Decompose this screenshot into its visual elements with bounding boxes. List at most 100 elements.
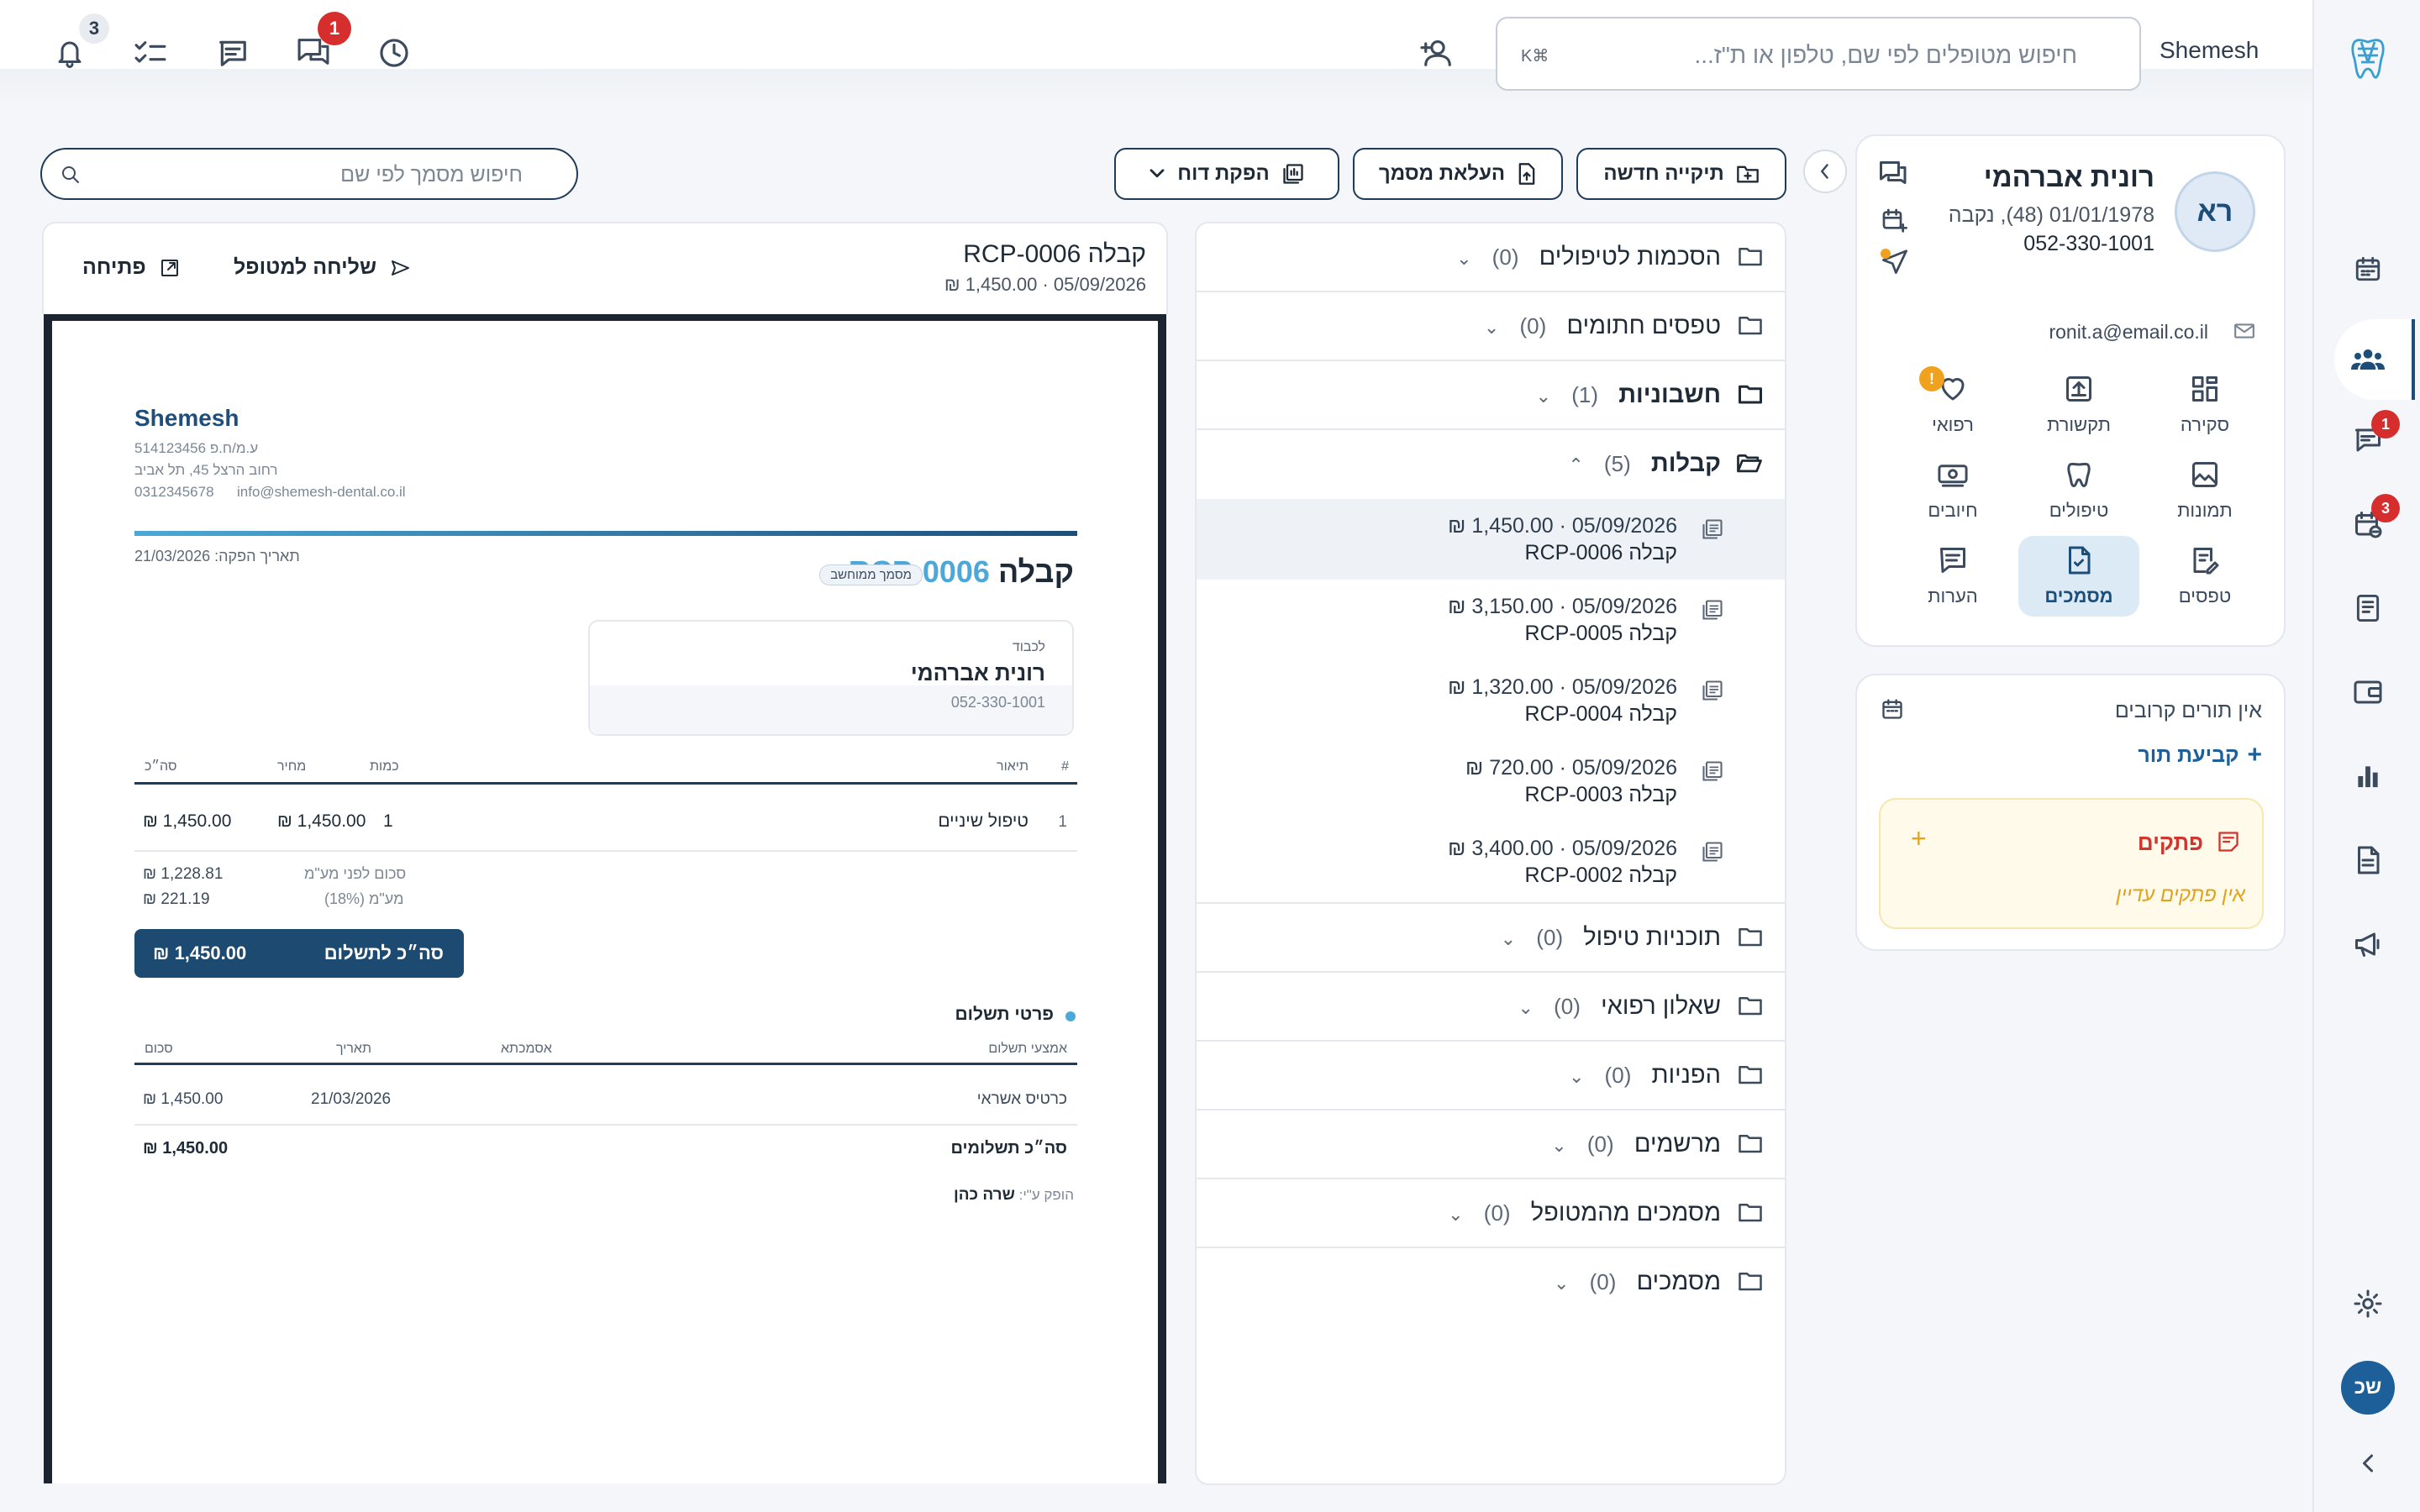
folder-open-icon [1737,454,1762,473]
folder-documents[interactable]: מסמכים (0) ⌄ [1197,1248,1785,1317]
table-row: כרטיס אשראי 21/03/2026 1,450.00 ₪ [134,1072,1077,1126]
upload-document-label: העלאת מסמך [1378,162,1506,185]
new-folder-button[interactable]: תיקייה חדשה [1576,148,1786,200]
folder-invoices[interactable]: חשבוניות (1) ⌄ [1197,361,1785,430]
document-search-input[interactable]: חיפוש מסמך לפי שם [40,148,578,200]
book-appointment-label: קביעת תור [2138,743,2239,767]
table-row: 1 טיפול שיניים 1 1,450.00 ₪ 1,450.00 ₪ [134,791,1077,852]
settings-gear-icon[interactable] [2341,1277,2395,1331]
book-appointment-link[interactable]: + קביעת תור [2138,741,2262,769]
tab-notes[interactable]: הערות [1892,536,2013,617]
folder-patient-documents[interactable]: מסמכים מהמטופל (0) ⌄ [1197,1179,1785,1248]
tab-forms[interactable]: טפסים [2144,536,2265,617]
receipt-item[interactable]: ₪ 3,400.00 · 05/09/2026 קבלה RCP-0002 [1197,822,1785,904]
tab-billing[interactable]: חיובים [1892,450,2013,531]
folder-signed-forms[interactable]: טפסים חתומים (0) ⌄ [1197,292,1785,361]
folder-label: הפניות (0) ⌄ [1568,1062,1721,1089]
receipt-meta: ₪ 1,450.00 · 05/09/2026 [1448,514,1677,538]
folder-icon [1739,1135,1762,1153]
receipt-item-selected[interactable]: ₪ 1,450.00 · 05/09/2026 קבלה RCP-0006 [1197,499,1785,580]
chat-icon[interactable] [213,34,252,72]
preview-header: קבלה RCP-0006 ₪ 1,450.00 · 05/09/2026 של… [42,222,1168,314]
add-patient-icon[interactable] [1418,34,1457,72]
upload-document-button[interactable]: העלאת מסמך [1353,148,1563,200]
plus-icon: + [2247,741,2262,769]
vat-value: 221.19 ₪ [143,890,210,908]
schedule-appointment-icon[interactable] [1881,207,1907,234]
patient-name: רונית אברהמי [1983,161,2154,192]
messages-count-badge: 1 [318,12,351,45]
receipt-meta: ₪ 3,400.00 · 05/09/2026 [1448,837,1677,860]
receipt-name: קבלה RCP-0002 [1524,864,1677,887]
email-icon [2233,323,2255,339]
patients-icon[interactable] [2341,333,2395,386]
clipboard-list-icon[interactable] [2341,581,2395,635]
tab-communication[interactable]: תקשורת [2018,365,2139,445]
folder-consents[interactable]: הסכמות לטיפולים (0) ⌄ [1197,223,1785,292]
pdf-file-icon [1702,761,1723,781]
user-avatar[interactable]: שכ [2341,1361,2395,1415]
megaphone-icon[interactable] [2341,917,2395,971]
collapse-chevron-icon[interactable] [2341,1436,2395,1490]
document-search-placeholder: חיפוש מסמך לפי שם [340,163,523,186]
folder-icon [1739,1204,1762,1222]
folder-receipts[interactable]: קבלות (5) ⌃ [1197,430,1785,499]
receipt-item[interactable]: ₪ 3,150.00 · 05/09/2026 קבלה RCP-0005 [1197,580,1785,660]
external-open-icon [160,259,178,276]
message-patient-icon[interactable] [1877,160,1907,188]
patient-search-input[interactable]: חיפוש מטופלים לפי שם, טלפון או ת"ז... K⌘ [1496,17,2141,91]
generate-report-button[interactable]: הפקת דוח [1114,148,1339,200]
tab-documents-label: מסמכים [2044,585,2113,606]
folder-label: שאלון רפואי (0) ⌄ [1518,993,1721,1020]
patient-details: 01/01/1978 (48), נקבה [1948,203,2154,227]
receipt-item[interactable]: ₪ 720.00 · 05/09/2026 קבלה RCP-0003 [1197,741,1785,822]
tooth-logo-icon[interactable] [2341,32,2395,86]
receipt-name: קבלה RCP-0004 [1524,702,1677,726]
patient-email: ronit.a@email.co.il [2049,321,2208,343]
rail-messages-badge: 1 [2371,410,2400,438]
search-icon [62,166,79,183]
folder-prescriptions[interactable]: מרשמים (0) ⌄ [1197,1110,1785,1179]
folder-medical-questionnaire[interactable]: שאלון רפואי (0) ⌄ [1197,973,1785,1042]
receipt-meta: ₪ 1,320.00 · 05/09/2026 [1448,675,1677,699]
folder-referrals[interactable]: הפניות (0) ⌄ [1197,1042,1785,1110]
clock-history-icon[interactable] [375,34,413,72]
send-to-patient-label: שליחה למטופל [234,255,377,279]
add-note-button[interactable]: + [1911,823,1927,854]
folder-label: תוכניות טיפול (0) ⌄ [1500,924,1721,951]
bar-chart-icon[interactable] [2341,749,2395,803]
tab-treatments[interactable]: טיפולים [2018,450,2139,531]
receipt-name: קבלה RCP-0006 [1524,541,1677,564]
collapse-panel-button[interactable] [1803,150,1847,193]
tab-billing-label: חיובים [1928,500,1978,521]
tab-overview[interactable]: סקירה [2144,365,2265,445]
folder-treatment-plans[interactable]: תוכניות טיפול (0) ⌄ [1197,904,1785,973]
tab-forms-label: טפסים [2178,585,2232,606]
tab-documents[interactable]: מסמכים [2018,536,2139,617]
patient-search-placeholder: חיפוש מטופלים לפי שם, טלפון או ת"ז... [1694,42,2077,68]
receipt-item[interactable]: ₪ 1,320.00 · 05/09/2026 קבלה RCP-0004 [1197,660,1785,741]
doc-recipient-box: לכבוד רונית אברהמי 052-330-1001 [588,620,1074,736]
folder-label: מרשמים (0) ⌄ [1551,1131,1721,1158]
to-name: רונית אברהמי [910,660,1045,685]
open-document-label: פתיחה [82,255,146,279]
pdf-file-icon [1702,680,1723,701]
tasks-checklist-icon[interactable] [131,34,170,72]
payments-table-header: אמצעי תשלום אסמכתא תאריך סכום [134,1040,1077,1065]
open-document-button[interactable]: פתיחה [82,255,180,280]
doc-clinic-name: Shemesh [134,405,239,431]
folder-label: מסמכים (0) ⌄ [1553,1268,1721,1295]
payment-section-dot [1065,1011,1076,1021]
pdf-file-icon [1702,600,1723,620]
tab-medical[interactable]: רפואי [1892,365,2013,445]
calendar-icon[interactable] [2341,242,2395,296]
doc-header-rule [134,531,1077,536]
wallet-icon[interactable] [2341,665,2395,719]
document-icon[interactable] [2341,833,2395,887]
tab-photos[interactable]: תמונות [2144,450,2265,531]
subtotal-label: סכום לפני מע"מ [304,865,407,882]
preview-meta: ₪ 1,450.00 · 05/09/2026 [944,274,1146,295]
send-to-patient-button[interactable]: שליחה למטופל [234,255,410,280]
folder-label: מסמכים מהמטופל (0) ⌄ [1448,1200,1721,1226]
folder-icon [1739,248,1762,266]
